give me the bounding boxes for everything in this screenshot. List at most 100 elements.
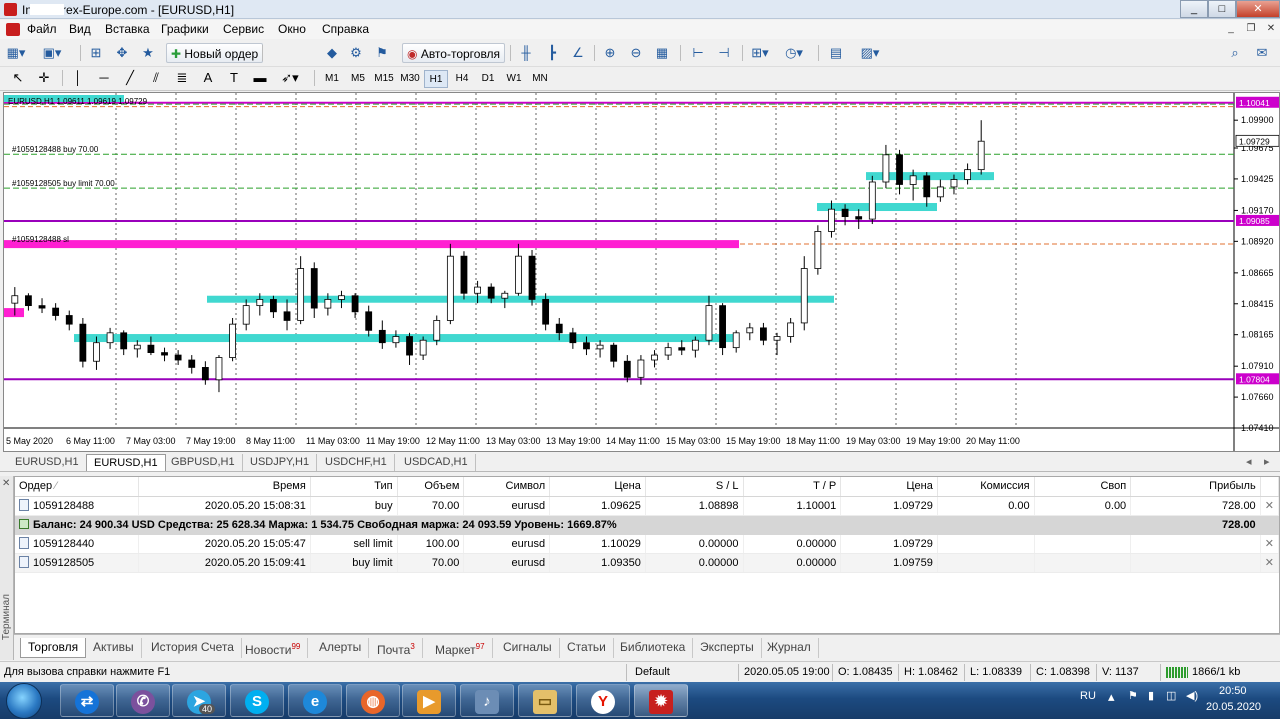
line-chart-icon[interactable]: ∠ <box>568 43 588 63</box>
tab-experts[interactable]: Эксперты <box>693 638 762 658</box>
col-commission[interactable]: Комиссия <box>937 477 1035 497</box>
zoom-in-icon[interactable]: ⊕ <box>600 43 620 63</box>
tab-library[interactable]: Библиотека <box>613 638 694 658</box>
zoom-out-icon[interactable]: ⊖ <box>626 43 646 63</box>
strategy-tester-icon[interactable]: ⚙ <box>346 43 366 63</box>
tab-market[interactable]: Маркет97 <box>428 638 493 658</box>
market-watch-icon[interactable]: ⊞ <box>86 43 106 63</box>
taskbar-explorer[interactable]: ▭ <box>518 684 572 717</box>
chart-tab-eurusd-2[interactable]: EURUSD,H1 <box>86 454 166 471</box>
table-row[interactable]: 1059128488 2020.05.20 15:08:31 buy 70.00… <box>15 496 1280 516</box>
table-row[interactable]: 1059128440 2020.05.20 15:05:47 sell limi… <box>15 534 1280 554</box>
col-sl[interactable]: S / L <box>645 477 744 497</box>
timeframe-d1[interactable]: D1 <box>476 70 500 88</box>
tray-date[interactable]: 20.05.2020 <box>1206 701 1261 713</box>
timeframe-w1[interactable]: W1 <box>502 70 526 88</box>
col-tp[interactable]: T / P <box>743 477 842 497</box>
screenshot-icon[interactable]: ▨▾ <box>860 43 880 63</box>
favorites-icon[interactable]: ★ <box>138 43 158 63</box>
new-chart-icon[interactable]: ▦▾ <box>6 43 26 63</box>
start-button[interactable] <box>6 683 42 719</box>
tab-assets[interactable]: Активы <box>86 638 142 658</box>
col-swap[interactable]: Своп <box>1034 477 1132 497</box>
timeframe-m1[interactable]: M1 <box>320 70 344 88</box>
crosshair-icon[interactable]: ✛ <box>34 68 54 88</box>
autoscroll-icon[interactable]: ⊢ <box>688 43 708 63</box>
options-icon[interactable]: ⚑ <box>372 43 392 63</box>
col-order[interactable]: Ордер ⁄ <box>15 477 140 497</box>
tray-time[interactable]: 20:50 <box>1219 685 1247 697</box>
timeframe-h4[interactable]: H4 <box>450 70 474 88</box>
metaeditor-icon[interactable]: ◆ <box>322 43 342 63</box>
search-icon[interactable]: ⌕ <box>1225 43 1245 63</box>
channel-icon[interactable]: ⫽ <box>146 68 166 88</box>
timeframe-h1[interactable]: H1 <box>424 70 448 88</box>
terminal-close-icon[interactable]: ✕ <box>2 478 10 489</box>
tray-volume-icon[interactable]: ◀) <box>1186 689 1198 702</box>
delete-order-icon[interactable]: ✕ <box>1265 538 1274 550</box>
label-icon[interactable]: T <box>224 68 244 88</box>
tray-expand-icon[interactable]: ▴ <box>1108 689 1115 705</box>
minimize-button[interactable]: _ <box>1180 0 1208 18</box>
taskbar-metatrader[interactable]: ✹ <box>634 684 688 717</box>
col-current-price[interactable]: Цена <box>840 477 938 497</box>
menu-charts[interactable]: Графики <box>161 22 209 36</box>
close-order-icon[interactable]: ✕ <box>1265 500 1274 512</box>
col-type[interactable]: Тип <box>310 477 398 497</box>
tab-articles[interactable]: Статьи <box>560 638 614 658</box>
col-volume[interactable]: Объем <box>397 477 465 497</box>
templates-icon[interactable]: ▤ <box>826 43 846 63</box>
menu-view[interactable]: Вид <box>69 22 91 36</box>
chat-icon[interactable]: ✉ <box>1252 43 1272 63</box>
price-chart[interactable]: 5 May 2020 6 May 11:00 7 May 03:00 7 May 19… <box>3 92 1280 452</box>
trendline-icon[interactable]: ╱ <box>120 68 140 88</box>
timeframe-m15[interactable]: M15 <box>372 70 396 88</box>
tab-journal[interactable]: Журнал <box>760 638 819 658</box>
taskbar-teamviewer[interactable]: ⇄ <box>60 684 114 717</box>
chart-shift-icon[interactable]: ⊣ <box>714 43 734 63</box>
chart-tab-gbpusd[interactable]: GBPUSD,H1 <box>164 454 243 471</box>
menu-tools[interactable]: Сервис <box>223 22 264 36</box>
auto-trading-button[interactable]: ◉ Авто-торговля <box>402 43 506 63</box>
menu-file[interactable]: Файл <box>27 22 57 36</box>
taskbar-viber[interactable]: ✆ <box>116 684 170 717</box>
chart-canvas[interactable]: 5 May 2020 6 May 11:00 7 May 03:00 7 May 19… <box>4 93 1280 451</box>
tab-alerts[interactable]: Алерты <box>312 638 370 658</box>
text-tool[interactable]: A <box>198 68 218 88</box>
chart-tab-usdchf[interactable]: USDCHF,H1 <box>318 454 395 471</box>
col-profit[interactable]: Прибыль <box>1130 477 1261 497</box>
tab-account-history[interactable]: История Счета <box>144 638 242 658</box>
timeframe-m5[interactable]: M5 <box>346 70 370 88</box>
vertical-line-icon[interactable]: │ <box>68 68 88 88</box>
candlestick-chart-icon[interactable]: ┣ <box>542 43 562 63</box>
status-profile[interactable]: Default <box>635 666 670 678</box>
maximize-button[interactable]: □ <box>1208 0 1236 18</box>
mdi-minimize-button[interactable]: _ <box>1222 22 1240 37</box>
tab-signals[interactable]: Сигналы <box>496 638 560 658</box>
indicators-icon[interactable]: ⊞▾ <box>750 43 770 63</box>
navigator-icon[interactable]: ✥ <box>112 43 132 63</box>
cursor-icon[interactable]: ↖ <box>8 68 28 88</box>
tray-network-icon[interactable]: ◫ <box>1166 689 1176 702</box>
taskbar-firefox[interactable]: ◍ <box>346 684 400 717</box>
horizontal-line-icon[interactable]: ─ <box>94 68 114 88</box>
tile-windows-icon[interactable]: ▦ <box>652 43 672 63</box>
fibonacci-icon[interactable]: ≣ <box>172 68 192 88</box>
tray-signal-icon[interactable]: ▮ <box>1148 689 1154 702</box>
new-order-button[interactable]: ✚ Новый ордер <box>166 43 264 63</box>
close-button[interactable]: ✕ <box>1236 0 1280 18</box>
taskbar-audio[interactable]: ♪ <box>460 684 514 717</box>
tab-news[interactable]: Новости99 <box>238 638 309 658</box>
taskbar-telegram[interactable]: ➤ 40 <box>172 684 226 717</box>
table-row[interactable]: 1059128505 2020.05.20 15:09:41 buy limit… <box>15 553 1280 573</box>
tab-scroll-left-icon[interactable]: ◂ <box>1246 455 1252 468</box>
tray-language[interactable]: RU <box>1080 690 1096 702</box>
arrows-icon[interactable]: ➶▾ <box>280 68 300 88</box>
col-time[interactable]: Время <box>138 477 311 497</box>
taskbar-media-player[interactable]: ▶ <box>402 684 456 717</box>
chart-tab-eurusd-1[interactable]: EURUSD,H1 <box>8 454 87 471</box>
tray-flag-icon[interactable]: ⚑ <box>1128 689 1138 702</box>
menu-help[interactable]: Справка <box>322 22 369 36</box>
menu-window[interactable]: Окно <box>278 22 306 36</box>
taskbar-yandex[interactable]: Y <box>576 684 630 717</box>
